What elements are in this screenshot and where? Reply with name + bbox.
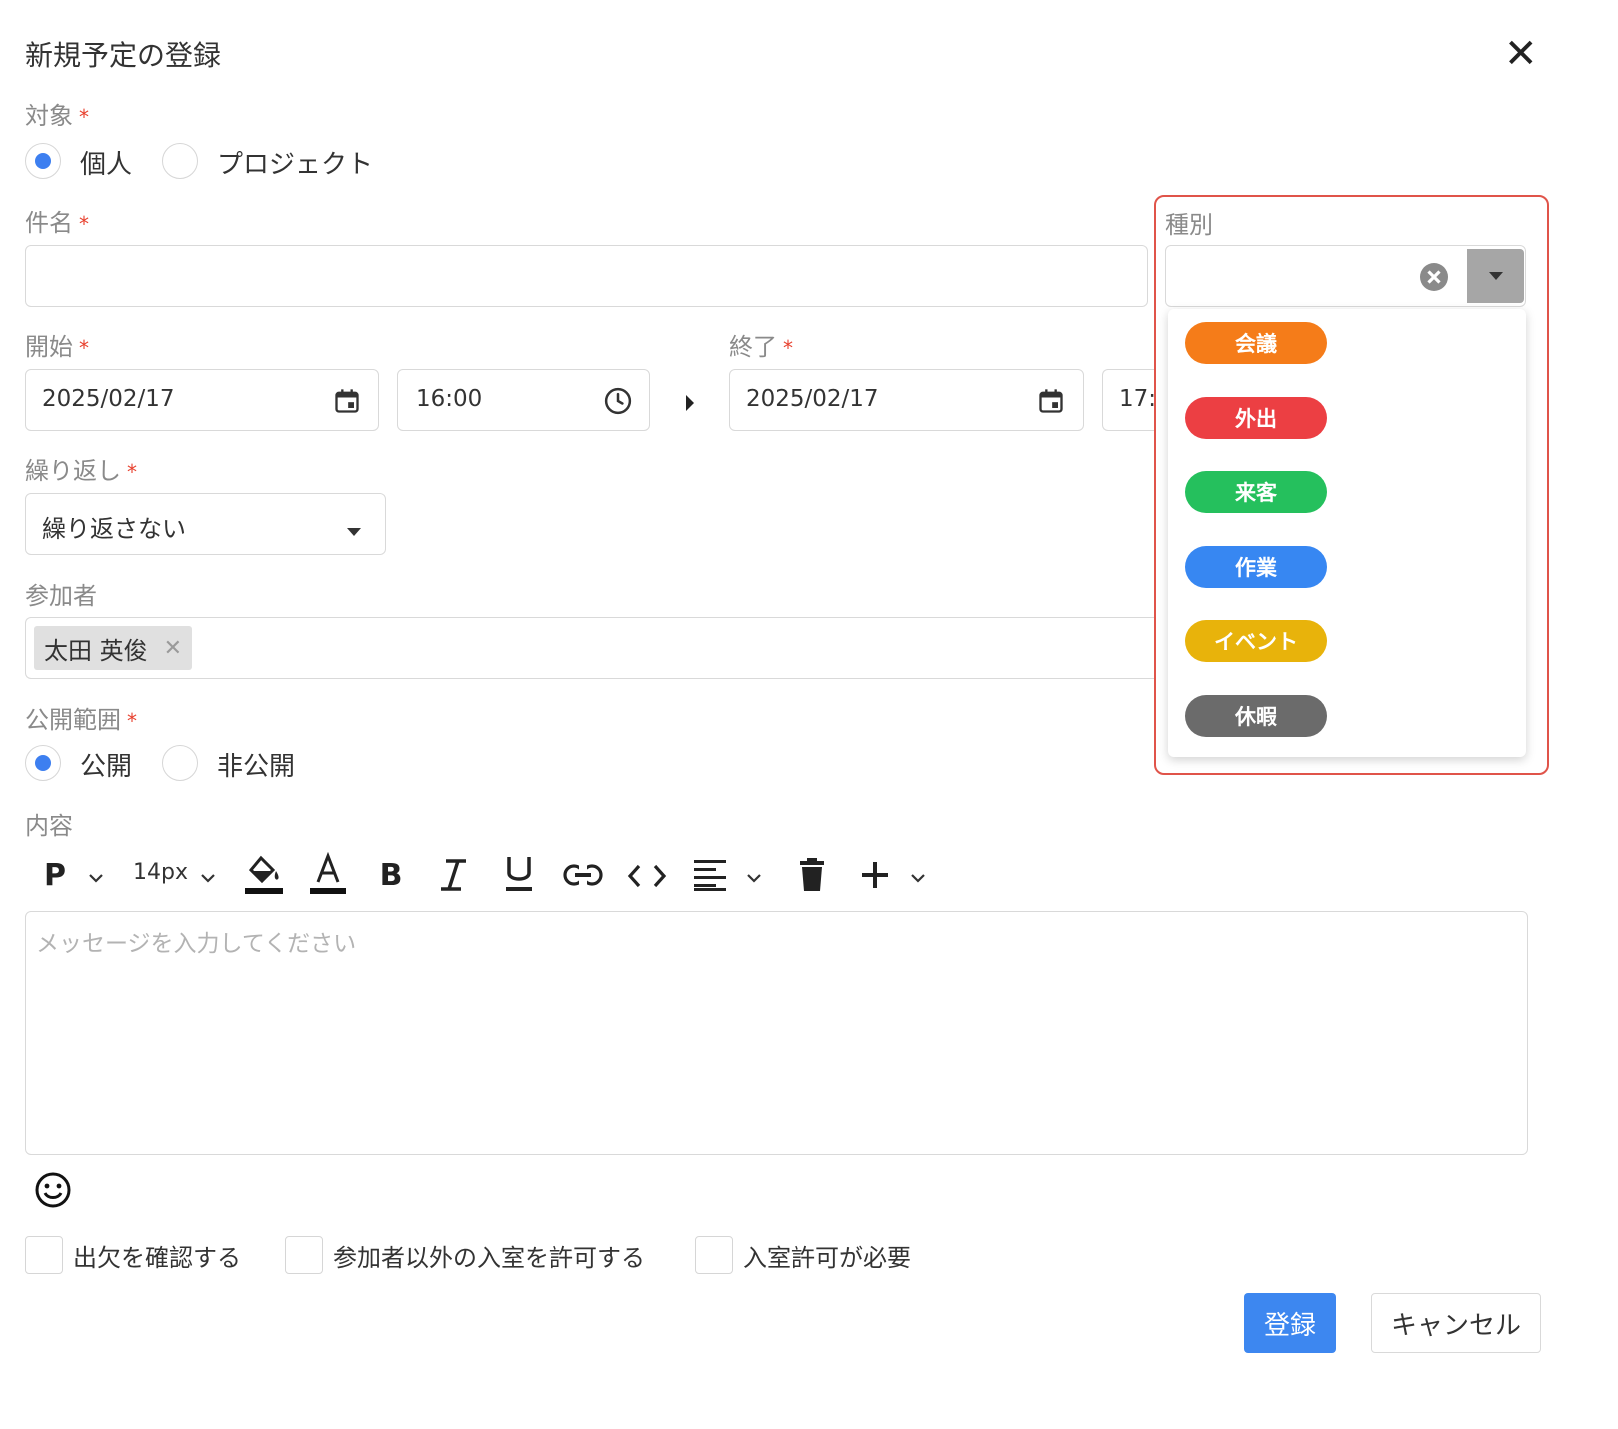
message-placeholder: メッセージを入力してください xyxy=(36,931,357,957)
repeat-label: 繰り返し * xyxy=(25,457,137,485)
checkbox-entry-permission[interactable] xyxy=(695,1236,733,1274)
radio-personal-label: 個人 xyxy=(80,150,133,180)
radio-private-label: 非公開 xyxy=(217,752,296,782)
visibility-label: 公開範囲 * xyxy=(25,706,137,734)
chevron-down-icon[interactable] xyxy=(746,868,762,887)
start-time-field[interactable]: 16:00 xyxy=(397,369,650,431)
calendar-icon[interactable] xyxy=(1037,387,1065,415)
range-arrow-icon xyxy=(684,394,696,416)
start-label: 開始 * xyxy=(25,333,89,361)
message-editor[interactable]: メッセージを入力してください xyxy=(25,911,1528,1155)
checkbox-entry-permission-label: 入室許可が必要 xyxy=(743,1244,911,1272)
underline-icon[interactable] xyxy=(503,855,535,897)
radio-project-label: プロジェクト xyxy=(217,150,374,180)
font-size-button[interactable]: 14px xyxy=(133,860,188,885)
chevron-down-icon[interactable] xyxy=(910,868,926,887)
chip-remove-icon[interactable]: ✕ xyxy=(164,636,182,661)
checkbox-allow-non-participants[interactable] xyxy=(285,1236,323,1274)
text-color-icon[interactable] xyxy=(310,851,346,900)
checkbox-confirm-attendance-label: 出欠を確認する xyxy=(73,1244,241,1272)
end-date-value: 2025/02/17 xyxy=(746,386,879,412)
radio-selected-dot xyxy=(35,153,51,169)
radio-private[interactable] xyxy=(162,745,198,781)
end-date-field[interactable]: 2025/02/17 xyxy=(729,369,1084,431)
calendar-icon[interactable] xyxy=(333,387,361,415)
radio-project[interactable] xyxy=(162,143,198,179)
end-label: 終了 * xyxy=(729,333,793,361)
start-date-value: 2025/02/17 xyxy=(42,386,175,412)
participants-input[interactable]: 太田 英俊 ✕ xyxy=(25,617,1170,679)
paragraph-format-button[interactable]: P xyxy=(40,855,70,895)
content-label: 内容 xyxy=(25,812,73,840)
fill-color-icon[interactable] xyxy=(245,852,283,900)
bold-icon[interactable]: B xyxy=(376,855,406,895)
trash-icon[interactable] xyxy=(798,857,826,897)
radio-public[interactable] xyxy=(25,745,61,781)
highlight-frame xyxy=(1154,195,1549,775)
participant-chip: 太田 英俊 ✕ xyxy=(34,626,193,670)
participants-label: 参加者 xyxy=(25,582,97,610)
subject-label: 件名 * xyxy=(25,209,89,237)
italic-icon[interactable] xyxy=(438,858,470,896)
dialog-title: 新規予定の登録 xyxy=(25,39,222,72)
caret-down-icon xyxy=(347,521,361,540)
participant-name: 太田 英俊 xyxy=(44,636,148,665)
chevron-down-icon[interactable] xyxy=(88,868,104,887)
repeat-select[interactable]: 繰り返さない xyxy=(25,493,386,555)
cancel-button[interactable]: キャンセル xyxy=(1371,1293,1541,1353)
chevron-down-icon[interactable] xyxy=(200,868,216,887)
radio-personal[interactable] xyxy=(25,143,61,179)
subject-input[interactable] xyxy=(25,245,1148,307)
clock-icon[interactable] xyxy=(603,386,633,416)
radio-public-label: 公開 xyxy=(80,752,133,782)
radio-selected-dot xyxy=(35,755,51,771)
plus-icon[interactable] xyxy=(860,860,890,894)
code-icon[interactable] xyxy=(627,862,667,894)
start-date-field[interactable]: 2025/02/17 xyxy=(25,369,379,431)
checkbox-confirm-attendance[interactable] xyxy=(25,1236,63,1274)
start-time-value: 16:00 xyxy=(416,386,483,412)
close-icon[interactable]: ✕ xyxy=(1504,34,1538,74)
target-label: 対象 * xyxy=(25,102,89,130)
checkbox-allow-non-participants-label: 参加者以外の入室を許可する xyxy=(333,1244,645,1272)
link-icon[interactable] xyxy=(563,862,603,892)
align-left-icon[interactable] xyxy=(693,858,729,896)
submit-button[interactable]: 登録 xyxy=(1244,1293,1336,1353)
emoji-icon[interactable] xyxy=(34,1171,72,1213)
repeat-value: 繰り返さない xyxy=(42,515,186,543)
